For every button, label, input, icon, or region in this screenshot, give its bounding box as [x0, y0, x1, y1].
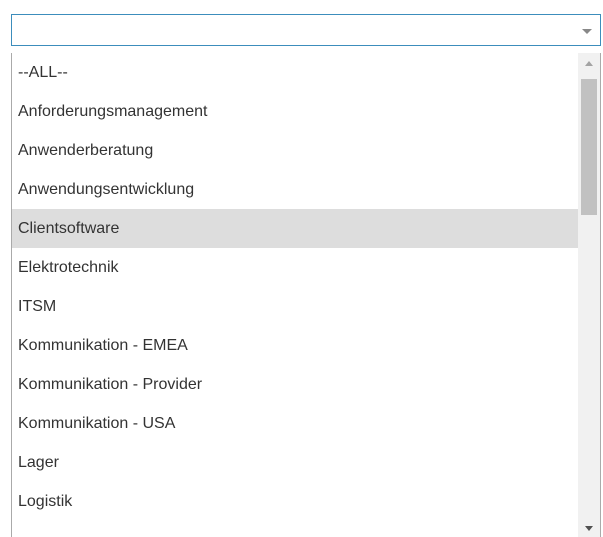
- option-all[interactable]: --ALL--: [12, 53, 578, 92]
- scrollbar[interactable]: [578, 53, 600, 537]
- options-list: --ALL-- Anforderungsmanagement Anwenderb…: [12, 53, 578, 521]
- chevron-down-icon[interactable]: [585, 526, 593, 531]
- chevron-up-icon[interactable]: [585, 61, 593, 66]
- option-anwenderberatung[interactable]: Anwenderberatung: [12, 131, 578, 170]
- option-itsm[interactable]: ITSM: [12, 287, 578, 326]
- option-lager[interactable]: Lager: [12, 443, 578, 482]
- category-select[interactable]: [11, 14, 601, 46]
- option-elektrotechnik[interactable]: Elektrotechnik: [12, 248, 578, 287]
- option-anwendungsentwicklung[interactable]: Anwendungsentwicklung: [12, 170, 578, 209]
- dropdown-arrow-icon[interactable]: [582, 29, 592, 34]
- option-logistik[interactable]: Logistik: [12, 482, 578, 521]
- option-kommunikation-usa[interactable]: Kommunikation - USA: [12, 404, 578, 443]
- option-kommunikation-emea[interactable]: Kommunikation - EMEA: [12, 326, 578, 365]
- option-clientsoftware[interactable]: Clientsoftware: [12, 209, 578, 248]
- dropdown-list: --ALL-- Anforderungsmanagement Anwenderb…: [11, 53, 601, 537]
- option-kommunikation-provider[interactable]: Kommunikation - Provider: [12, 365, 578, 404]
- page: --ALL-- Anforderungsmanagement Anwenderb…: [0, 0, 603, 537]
- option-anforderungsmanagement[interactable]: Anforderungsmanagement: [12, 92, 578, 131]
- scrollbar-thumb[interactable]: [581, 79, 597, 215]
